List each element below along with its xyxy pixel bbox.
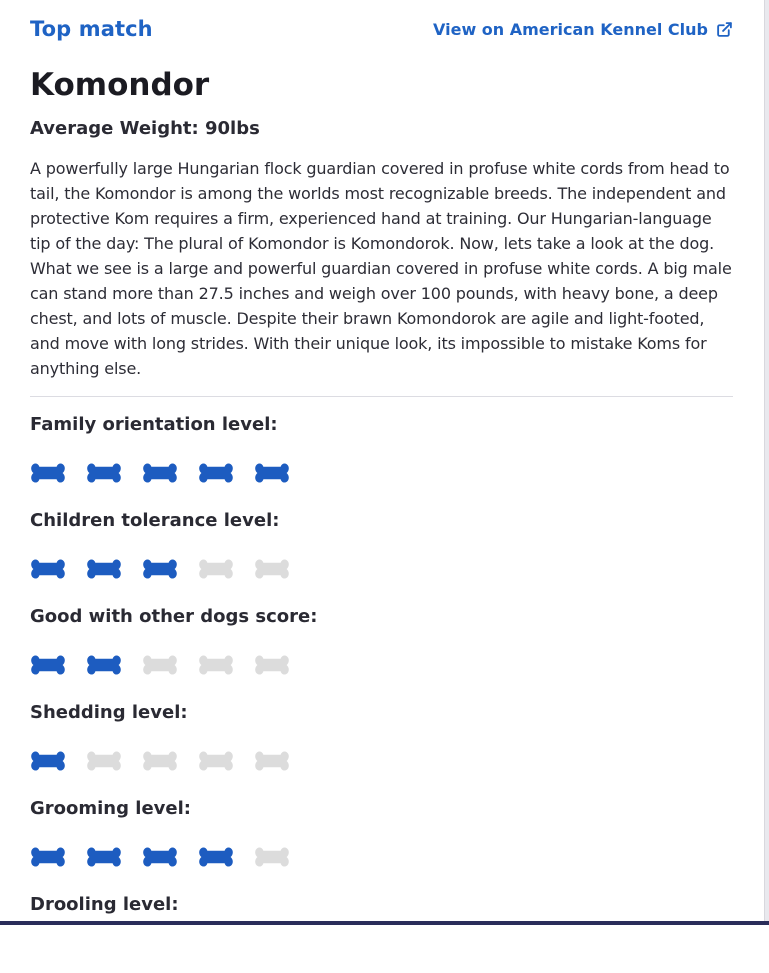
top-match-label: Top match — [30, 17, 153, 41]
bone-icon-filled — [86, 462, 122, 484]
trait-rating — [30, 654, 290, 676]
trait-row: Good with other dogs score: — [30, 589, 733, 685]
bone-icon-empty — [142, 654, 178, 676]
view-on-akc-link[interactable]: View on American Kennel Club — [433, 20, 733, 39]
bone-icon-filled — [30, 846, 66, 868]
bone-icon-empty — [142, 750, 178, 772]
card-header: Top match View on American Kennel Club — [30, 0, 733, 62]
trait-label: Children tolerance level: — [30, 510, 280, 531]
bone-icon-filled — [142, 558, 178, 580]
bone-icon-empty — [254, 654, 290, 676]
bone-icon-filled — [198, 462, 234, 484]
trait-label: Good with other dogs score: — [30, 606, 318, 627]
bone-icon-empty — [254, 750, 290, 772]
bone-icon-filled — [30, 558, 66, 580]
trait-label: Grooming level: — [30, 798, 191, 819]
bone-icon-filled — [254, 462, 290, 484]
external-link-icon — [716, 21, 733, 38]
bone-icon-empty — [198, 750, 234, 772]
bone-icon-empty — [198, 654, 234, 676]
trait-label: Drooling level: — [30, 894, 179, 915]
bone-icon-empty — [254, 846, 290, 868]
bone-icon-filled — [142, 846, 178, 868]
trait-label: Family orientation level: — [30, 414, 278, 435]
trait-row: Children tolerance level: — [30, 493, 733, 589]
bone-icon-empty — [198, 558, 234, 580]
trait-row: Family orientation level: — [30, 397, 733, 493]
average-weight: Average Weight: 90lbs — [30, 118, 260, 139]
trait-rating — [30, 750, 290, 772]
traits-list: Family orientation level: Children tolera… — [30, 397, 733, 973]
bone-icon-filled — [86, 654, 122, 676]
bone-icon-filled — [30, 462, 66, 484]
bone-icon-filled — [30, 654, 66, 676]
bottom-bar — [0, 921, 769, 925]
trait-rating — [30, 558, 290, 580]
bone-icon-empty — [254, 558, 290, 580]
trait-rating — [30, 846, 290, 868]
breed-description: A powerfully large Hungarian flock guard… — [30, 159, 732, 378]
trait-label: Shedding level: — [30, 702, 188, 723]
bone-icon-filled — [142, 462, 178, 484]
trait-row: Grooming level: — [30, 781, 733, 877]
page-scrollbar-edge — [764, 0, 769, 925]
trait-row: Drooling level: — [30, 877, 733, 973]
bone-icon-empty — [86, 750, 122, 772]
bone-icon-filled — [86, 558, 122, 580]
bone-icon-filled — [198, 846, 234, 868]
breed-match-card: Top match View on American Kennel Club K… — [30, 0, 733, 973]
trait-row: Shedding level: — [30, 685, 733, 781]
akc-link-label: View on American Kennel Club — [433, 20, 708, 39]
breed-name: Komondor — [30, 67, 210, 103]
bone-icon-filled — [30, 750, 66, 772]
trait-rating — [30, 462, 290, 484]
bone-icon-filled — [86, 846, 122, 868]
